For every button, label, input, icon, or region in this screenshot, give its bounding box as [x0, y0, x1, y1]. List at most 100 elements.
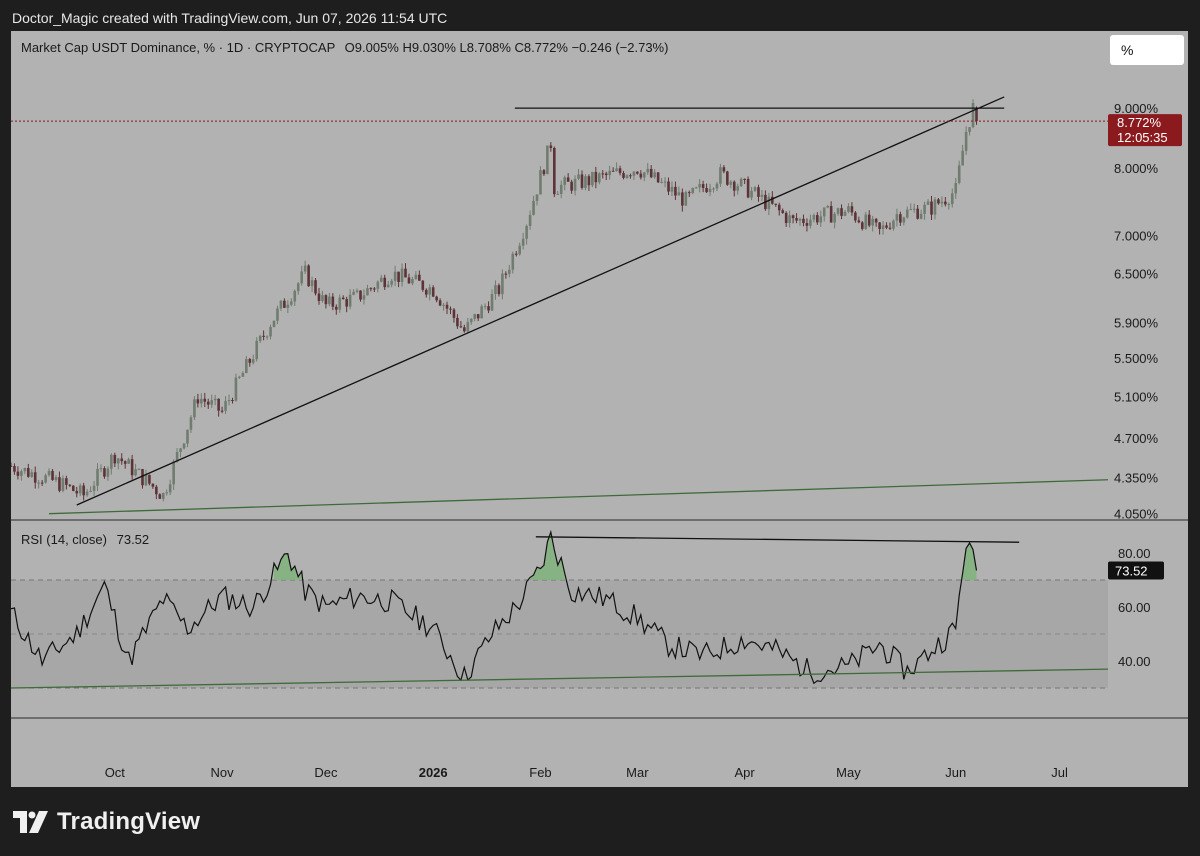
candle — [681, 188, 684, 212]
candle — [217, 398, 220, 417]
candle — [566, 173, 570, 182]
candle-body — [404, 268, 407, 278]
candle — [518, 242, 522, 256]
candle — [663, 177, 667, 188]
candle — [722, 165, 726, 174]
candle — [40, 480, 44, 486]
candle — [712, 187, 715, 193]
long-term-support-line[interactable] — [49, 479, 1109, 515]
candle — [51, 468, 54, 481]
rising-trendline[interactable] — [76, 96, 1005, 506]
time-axis[interactable]: Oct Nov Dec 2026 Feb Mar Apr May Jun Jul — [105, 765, 1068, 780]
candle-body — [750, 190, 753, 198]
time-tick-label: Apr — [735, 765, 756, 780]
candle — [452, 308, 456, 323]
candle-body — [802, 218, 805, 224]
candle — [251, 354, 255, 365]
candle-body — [843, 211, 847, 216]
candle-body — [726, 171, 729, 185]
candle-body — [722, 167, 726, 172]
candle-body — [546, 145, 549, 175]
candle — [944, 197, 947, 207]
candle-body — [54, 477, 58, 480]
candle — [469, 318, 473, 325]
rsi-tick-label: 80.00 — [1118, 546, 1151, 561]
price-axis[interactable]: 9.000% 8.000% 7.000% 6.500% 5.900% 5.500% 5.10… — [1114, 101, 1159, 522]
candle — [431, 285, 435, 298]
candle-body — [428, 287, 432, 295]
price-pane[interactable] — [9, 96, 1109, 515]
candle — [933, 197, 937, 220]
candle — [954, 177, 958, 199]
candle — [71, 485, 75, 492]
candle-body — [307, 265, 310, 287]
candle-body — [490, 294, 494, 311]
candle-body — [829, 206, 833, 223]
candle — [144, 469, 148, 487]
candle — [881, 221, 885, 235]
candle — [764, 190, 767, 211]
time-tick-label: Feb — [529, 765, 551, 780]
candle — [947, 202, 951, 210]
candle — [535, 194, 539, 206]
candle-body — [937, 199, 940, 204]
candle — [231, 397, 234, 404]
candle-body — [677, 192, 681, 196]
candle — [449, 306, 452, 315]
candle — [542, 169, 546, 176]
candle-body — [867, 214, 871, 226]
last-price-tag: 8.772% 12:05:35 — [1108, 114, 1182, 147]
percent-scale-button[interactable]: % — [1110, 35, 1184, 65]
candle — [262, 330, 265, 341]
candle — [677, 186, 681, 196]
candle — [290, 298, 293, 307]
candle — [487, 301, 490, 314]
candle-body — [476, 314, 480, 319]
candle — [601, 170, 605, 179]
candle-body — [923, 204, 926, 214]
candle-body — [604, 173, 608, 176]
candle-body — [27, 468, 30, 477]
candle-body — [227, 400, 231, 402]
candle — [597, 172, 601, 185]
candle — [847, 203, 850, 214]
candle — [892, 219, 895, 231]
candle-body — [238, 376, 241, 378]
candle-body — [712, 188, 715, 190]
candle — [483, 303, 487, 310]
candle — [594, 166, 598, 189]
rsi-overbought-fill — [274, 532, 977, 580]
time-tick-label: Dec — [314, 765, 338, 780]
candle-body — [874, 218, 878, 223]
candle-body — [618, 168, 622, 174]
candle-body — [715, 183, 719, 189]
candle — [103, 466, 106, 479]
candle — [411, 276, 414, 286]
candle — [656, 171, 660, 184]
candle — [874, 218, 878, 227]
candle — [110, 453, 113, 475]
candle-body — [134, 469, 137, 476]
candle — [867, 210, 871, 228]
rsi-divergence-line[interactable] — [535, 536, 1020, 543]
candle — [383, 274, 387, 290]
candle — [220, 406, 224, 414]
candle — [400, 263, 404, 287]
candle — [127, 457, 130, 464]
candle-body — [314, 280, 317, 294]
candle-body — [660, 181, 663, 183]
candle-body — [653, 172, 656, 178]
rsi-pane[interactable]: RSI (14, close) 73.52 80.00 60.00 40.00 73… — [10, 529, 1164, 689]
candle-body — [89, 490, 92, 492]
chart-area[interactable]: Market Cap USDT Dominance, % · 1D · CRYP… — [9, 31, 1188, 787]
candle — [698, 179, 701, 193]
price-tick-label: 4.700% — [1114, 431, 1159, 446]
candle-body — [442, 304, 445, 306]
candle — [784, 211, 788, 227]
time-tick-label: Oct — [105, 765, 126, 780]
candle-body — [746, 178, 750, 198]
candle-body — [860, 222, 864, 229]
chart-canvas[interactable]: Market Cap USDT Dominance, % · 1D · CRYP… — [9, 31, 1188, 787]
candle-body — [521, 238, 525, 246]
candle-body — [691, 188, 695, 194]
